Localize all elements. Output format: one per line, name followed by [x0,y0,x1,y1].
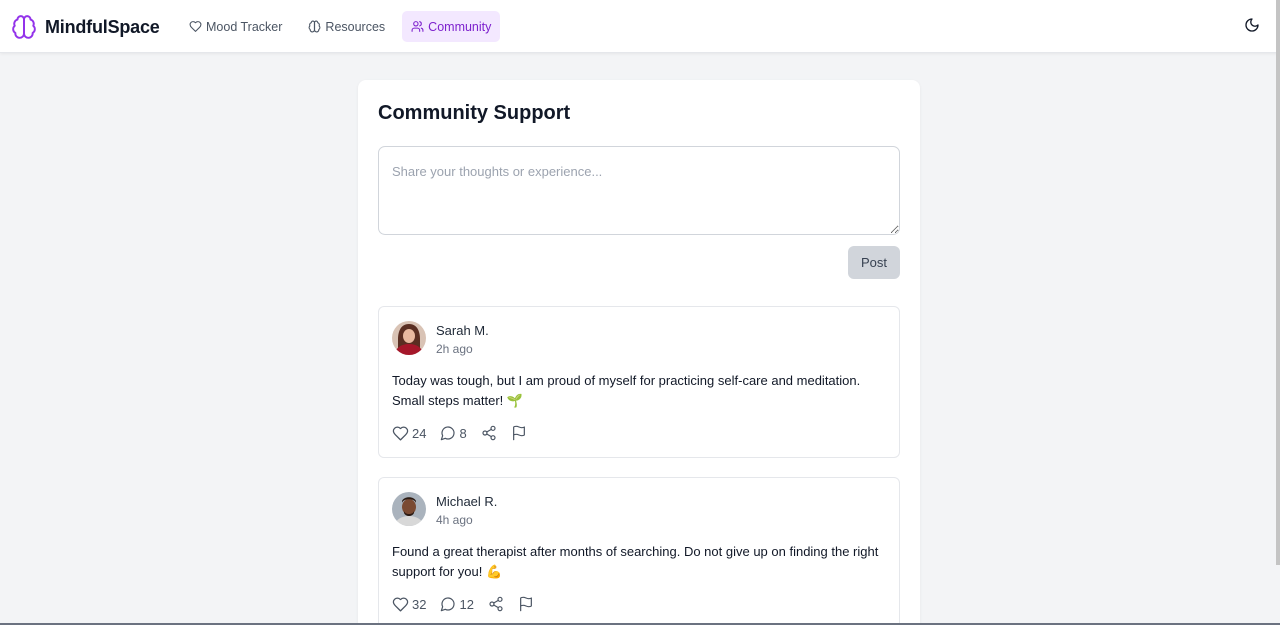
comment-icon [440,425,456,441]
heart-icon [189,20,202,33]
post-composer-input[interactable] [378,146,900,235]
nav-community-label: Community [428,19,492,34]
nav-mood-tracker[interactable]: Mood Tracker [180,11,291,42]
page-scrollbar[interactable] [1276,0,1280,565]
like-count: 24 [412,425,427,441]
app-logo[interactable]: MindfulSpace [11,13,160,41]
like-button[interactable]: 32 [392,596,426,613]
top-navbar: MindfulSpace Mood Tracker Resources Comm… [0,0,1280,53]
share-button[interactable] [488,596,504,612]
heart-icon [392,425,409,442]
report-button[interactable] [511,425,527,441]
flag-icon [511,425,527,441]
share-button[interactable] [481,425,497,441]
post-author[interactable]: Sarah M. [436,323,489,338]
post-card: Michael R. 4h ago Found a great therapis… [378,477,900,625]
post-timestamp: 2h ago [436,342,473,356]
users-icon [411,20,424,33]
post-card: Sarah M. 2h ago Today was tough, but I a… [378,306,900,458]
comment-button[interactable]: 8 [440,425,467,441]
brain-logo-icon [11,14,37,40]
post-text: Found a great therapist after months of … [392,544,879,579]
comment-icon [440,596,456,612]
post-author[interactable]: Michael R. [436,494,497,509]
nav-resources[interactable]: Resources [299,11,394,42]
post-timestamp: 4h ago [436,513,473,527]
theme-toggle-button[interactable] [1241,16,1263,38]
post-text: Today was tough, but I am proud of mysel… [392,373,861,408]
like-count: 32 [412,596,427,612]
page-title: Community Support [378,102,571,124]
app-name: MindfulSpace [45,16,160,37]
comment-count: 8 [459,425,467,441]
brain-icon [308,20,321,33]
nav-community[interactable]: Community [402,11,501,42]
post-actions: 32 12 [392,595,548,613]
nav-resources-label: Resources [325,19,386,34]
heart-icon [392,596,409,613]
avatar[interactable] [392,321,426,355]
moon-icon [1244,17,1260,38]
report-button[interactable] [518,596,534,612]
share-icon [481,425,497,441]
flag-icon [518,596,534,612]
comment-button[interactable]: 12 [440,596,474,612]
community-card: Community Support Post Sarah M. 2h ago T… [358,80,920,625]
avatar[interactable] [392,492,426,526]
comment-count: 12 [459,596,474,612]
main-nav: Mood Tracker Resources Community [180,11,501,42]
post-actions: 24 8 [392,424,541,442]
nav-mood-tracker-label: Mood Tracker [206,19,283,34]
post-button[interactable]: Post [848,246,900,279]
share-icon [488,596,504,612]
like-button[interactable]: 24 [392,425,426,442]
